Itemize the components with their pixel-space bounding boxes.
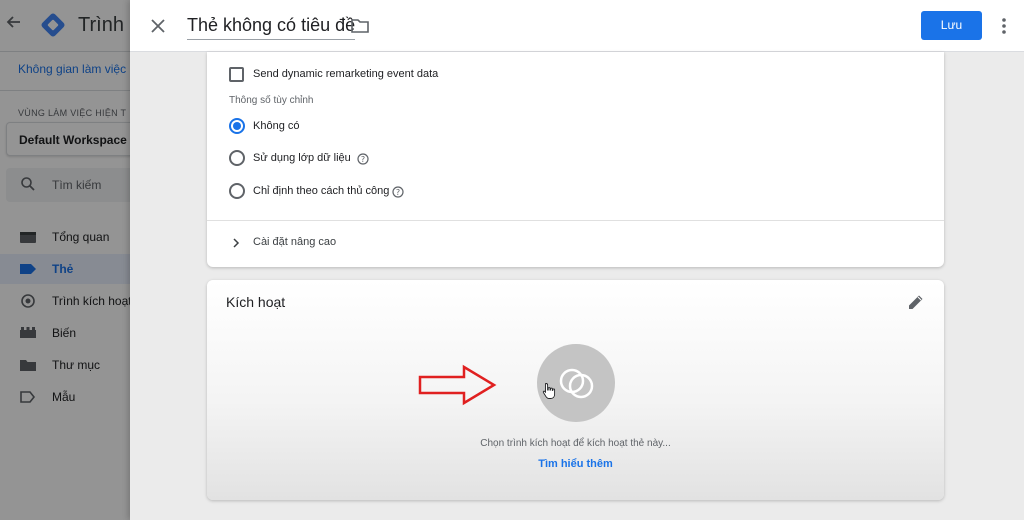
help-icon[interactable]: ? xyxy=(357,152,369,165)
svg-text:?: ? xyxy=(361,155,365,164)
tag-configuration-card: Send dynamic remarketing event data Thôn… xyxy=(207,52,944,267)
advanced-settings-toggle[interactable]: Cài đặt nâng cao xyxy=(253,236,336,248)
edit-pencil-icon[interactable] xyxy=(907,293,925,311)
more-vert-icon[interactable] xyxy=(996,14,1012,38)
close-icon[interactable] xyxy=(148,16,168,36)
folder-icon[interactable] xyxy=(350,17,370,35)
dynamic-remarketing-checkbox[interactable] xyxy=(229,67,244,82)
save-button[interactable]: Lưu xyxy=(921,11,982,40)
checkbox-label: Send dynamic remarketing event data xyxy=(253,68,439,80)
hand-cursor-icon xyxy=(542,383,556,399)
learn-more-link[interactable]: Tìm hiểu thêm xyxy=(538,458,613,470)
radio-label: Chỉ định theo cách thủ công xyxy=(253,185,390,197)
tag-title[interactable]: Thẻ không có tiêu đề xyxy=(187,15,356,40)
triggering-title: Kích hoạt xyxy=(226,294,286,310)
radio-label: Không có xyxy=(253,120,300,132)
panel-header: Thẻ không có tiêu đề Lưu xyxy=(130,0,1024,52)
add-trigger-button[interactable] xyxy=(537,344,615,422)
tag-editor-panel: Thẻ không có tiêu đề Lưu Send dynamic re… xyxy=(130,0,1024,520)
triggering-card: Kích hoạt Chọn trình kích hoạt để kích h… xyxy=(207,280,944,500)
radio-button[interactable] xyxy=(229,150,245,166)
radio-button[interactable] xyxy=(229,183,245,199)
chevron-right-icon[interactable] xyxy=(231,236,241,248)
divider xyxy=(207,220,944,221)
annotation-arrow-icon xyxy=(418,364,498,406)
help-icon[interactable]: ? xyxy=(392,185,404,198)
svg-text:?: ? xyxy=(396,188,400,197)
choose-trigger-prompt: Chọn trình kích hoạt để kích hoạt thẻ nà… xyxy=(480,438,671,449)
custom-params-label: Thông số tùy chỉnh xyxy=(229,95,314,106)
radio-label: Sử dụng lớp dữ liệu xyxy=(253,152,351,164)
learn-more-link-wrap: Tìm hiểu thêm xyxy=(207,458,944,470)
radio-button[interactable] xyxy=(229,118,245,134)
